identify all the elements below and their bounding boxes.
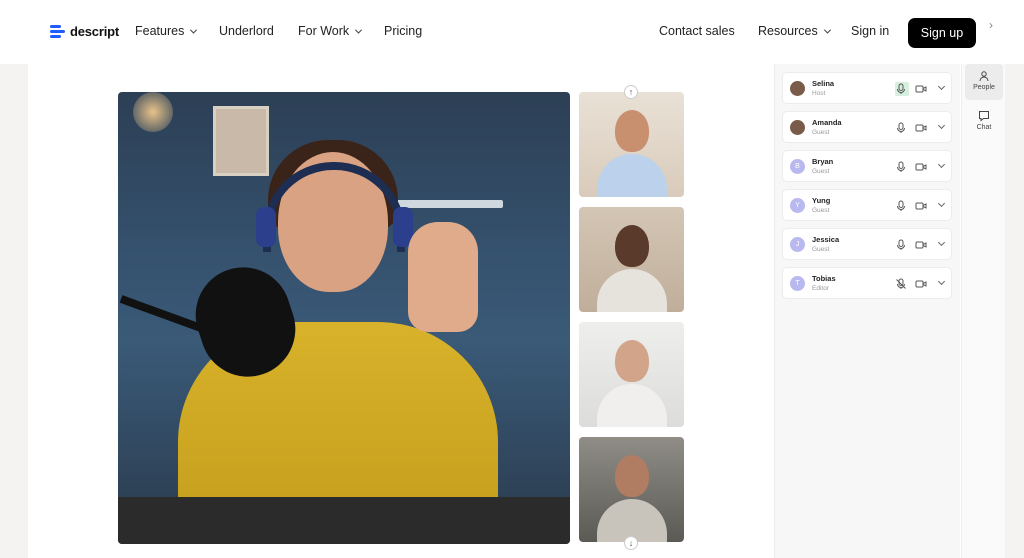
chevron-down-icon: [355, 26, 363, 34]
nav-for-work-label: For Work: [298, 24, 350, 38]
participant-name: Selina: [812, 79, 835, 88]
video-icon[interactable]: [915, 121, 929, 135]
scroll-up-icon[interactable]: ↑: [624, 85, 638, 99]
headphones-cup-left: [256, 207, 276, 247]
mic-icon[interactable]: [895, 160, 909, 174]
tab-people-label: People: [973, 84, 995, 91]
nav-underlord-label: Underlord: [219, 24, 274, 38]
participant-row[interactable]: Selina Host: [782, 72, 952, 104]
thumbnail-face: [615, 455, 649, 497]
waving-hand: [408, 222, 478, 332]
nav-resources[interactable]: Resources: [758, 24, 831, 38]
video-icon[interactable]: [915, 160, 929, 174]
thumbnail-video[interactable]: [579, 322, 684, 427]
nav-pricing[interactable]: Pricing: [384, 24, 422, 38]
video-icon[interactable]: [915, 82, 929, 96]
participant-role: Guest: [812, 168, 830, 175]
video-stage: ↑ ↓: [28, 64, 773, 558]
top-navigation: descript Features Underlord For Work Pri…: [0, 0, 1024, 64]
nav-features-label: Features: [135, 24, 185, 38]
nav-contact-sales[interactable]: Contact sales: [659, 24, 735, 38]
thumbnail-body: [597, 384, 667, 427]
avatar: B: [790, 159, 805, 174]
participant-row[interactable]: Amanda Guest: [782, 111, 952, 143]
chevron-right-icon[interactable]: ›: [989, 18, 993, 32]
background-frame: [213, 106, 269, 176]
participant-role: Editor: [812, 285, 829, 292]
scroll-down-icon[interactable]: ↓: [624, 536, 638, 550]
tab-people[interactable]: People: [965, 64, 1003, 100]
participant-row[interactable]: B Bryan Guest: [782, 150, 952, 182]
people-icon: [979, 71, 989, 82]
nav-resources-label: Resources: [758, 24, 818, 38]
avatar: Y: [790, 198, 805, 213]
participant-row[interactable]: J Jessica Guest: [782, 228, 952, 260]
avatar: J: [790, 237, 805, 252]
participant-thumbnails: [579, 92, 684, 552]
nav-sign-in-label: Sign in: [851, 24, 890, 38]
participant-role: Guest: [812, 129, 830, 136]
thumbnail-video[interactable]: [579, 437, 684, 542]
chevron-down-icon[interactable]: [937, 121, 946, 130]
tab-chat-label: Chat: [976, 124, 992, 131]
nav-contact-sales-label: Contact sales: [659, 24, 735, 38]
participant-role: Host: [812, 90, 826, 97]
participant-role: Guest: [812, 207, 830, 214]
participant-name: Yung: [812, 196, 831, 205]
tab-chat[interactable]: Chat: [965, 104, 1003, 140]
chevron-down-icon[interactable]: [937, 160, 946, 169]
participant-role: Guest: [812, 246, 830, 253]
thumbnail-video[interactable]: [579, 207, 684, 312]
video-icon[interactable]: [915, 238, 929, 252]
mic-icon[interactable]: [895, 238, 909, 252]
sign-up-button[interactable]: Sign up: [908, 18, 976, 48]
side-rail: People Chat: [961, 64, 1005, 558]
chevron-down-icon[interactable]: [937, 82, 946, 91]
logo-text: descript: [70, 24, 119, 39]
chevron-down-icon: [190, 26, 198, 34]
people-panel: Selina Host Amanda Guest B Bryan Guest Y Yung Gue…: [774, 64, 960, 558]
nav-for-work[interactable]: For Work: [298, 24, 363, 38]
chevron-down-icon[interactable]: [937, 277, 946, 286]
nav-features[interactable]: Features: [135, 24, 198, 38]
background-lamp: [133, 92, 173, 132]
avatar: [790, 120, 805, 135]
avatar: T: [790, 276, 805, 291]
participant-row[interactable]: T Tobias Editor: [782, 267, 952, 299]
nav-underlord[interactable]: Underlord: [219, 24, 274, 38]
video-icon[interactable]: [915, 199, 929, 213]
video-icon[interactable]: [915, 277, 929, 291]
mic-muted-icon[interactable]: [895, 277, 909, 291]
main-speaker-video[interactable]: [118, 92, 570, 544]
mic-icon[interactable]: [895, 121, 909, 135]
participant-name: Jessica: [812, 235, 840, 244]
thumbnail-face: [615, 340, 649, 382]
chat-icon: [979, 111, 989, 122]
mic-icon[interactable]: [895, 199, 909, 213]
chevron-down-icon[interactable]: [937, 238, 946, 247]
avatar: [790, 81, 805, 96]
participant-name: Tobias: [812, 274, 836, 283]
thumbnail-face: [615, 110, 649, 152]
nav-sign-in[interactable]: Sign in: [851, 24, 889, 38]
desk: [118, 497, 570, 544]
participant-name: Amanda: [812, 118, 842, 127]
participant-name: Bryan: [812, 157, 834, 166]
thumbnail-face: [615, 225, 649, 267]
nav-pricing-label: Pricing: [384, 24, 423, 38]
descript-logo-icon: [50, 24, 65, 39]
participant-row[interactable]: Y Yung Guest: [782, 189, 952, 221]
descript-logo[interactable]: descript: [50, 24, 119, 39]
recording-app: ↑ ↓ Selina Host Amanda Guest B Bryan Guest Y Yun…: [28, 64, 1005, 558]
thumbnail-body: [597, 269, 667, 312]
thumbnail-video[interactable]: [579, 92, 684, 197]
chevron-down-icon: [823, 26, 831, 34]
thumbnail-body: [597, 154, 667, 197]
chevron-down-icon[interactable]: [937, 199, 946, 208]
mic-icon[interactable]: [895, 82, 909, 96]
